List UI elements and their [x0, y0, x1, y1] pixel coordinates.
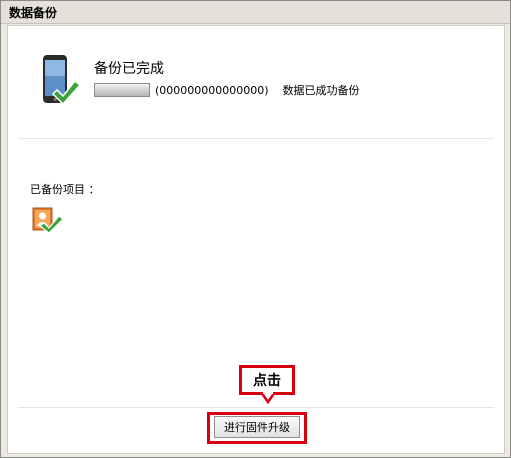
backed-up-items-label: 已备份项目 ： — [30, 183, 100, 196]
phone-check-icon — [43, 55, 82, 106]
backup-dialog: 数据备份 备份已完成 (000000000000000) 数据已成功备份 已备份… — [0, 0, 511, 458]
contacts-check-icon — [32, 207, 64, 234]
window-title: 数据备份 — [9, 6, 58, 20]
device-name-placeholder — [94, 83, 150, 97]
backup-success-message: 数据已成功备份 — [282, 84, 360, 97]
firmware-upgrade-button[interactable]: 进行固件升级 — [214, 416, 300, 438]
title-bar: 数据备份 — [1, 1, 510, 24]
device-info: (000000000000000) 数据已成功备份 — [94, 82, 360, 98]
device-serial: (000000000000000) — [155, 83, 269, 97]
callout-arrow-icon — [260, 392, 276, 404]
content-panel: 备份已完成 (000000000000000) 数据已成功备份 已备份项目 ： … — [7, 25, 505, 454]
divider — [18, 138, 494, 139]
click-annotation: 点击 — [239, 365, 295, 395]
divider — [18, 407, 494, 408]
backup-status-title: 备份已完成 — [94, 61, 164, 77]
